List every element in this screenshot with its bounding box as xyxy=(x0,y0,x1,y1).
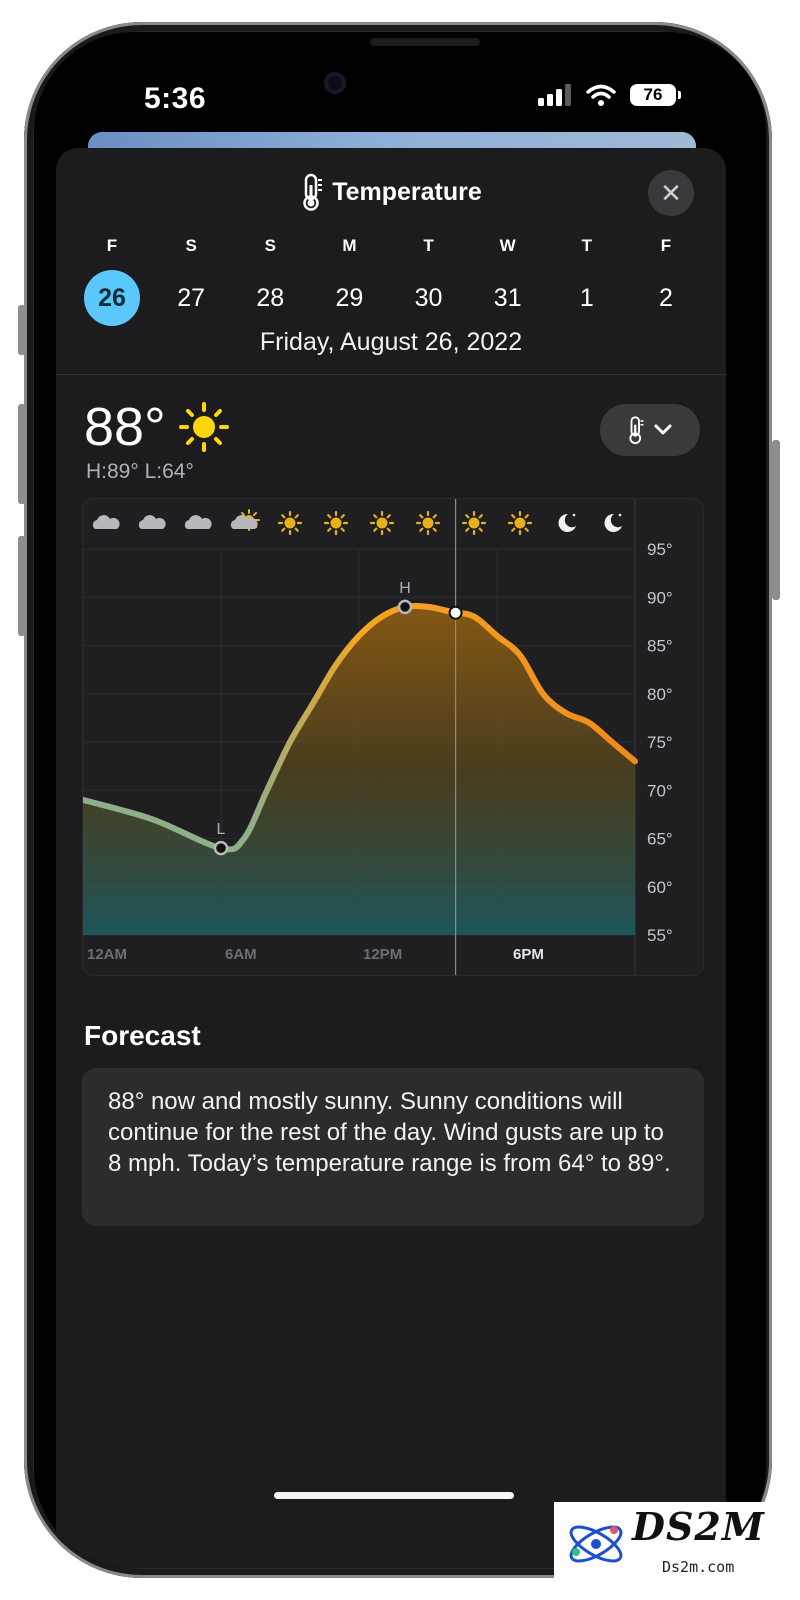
temperature-sheet: Temperature ✕ F 26 S 27 S 28 M 29 T 30 W 31 T 1 F 2 Fri… xyxy=(56,148,726,1568)
close-button[interactable]: ✕ xyxy=(648,170,694,216)
high-low-temperature: H:89° L:64° xyxy=(86,460,194,483)
sun-icon xyxy=(369,510,395,536)
day-number: 31 xyxy=(493,283,522,312)
sun-icon xyxy=(178,402,229,452)
day-letter: S xyxy=(264,236,276,255)
partly-sunny-icon xyxy=(230,509,260,531)
day-letter: S xyxy=(185,236,197,255)
metric-selector-button[interactable] xyxy=(600,404,700,456)
day-selector: F 26 S 27 S 28 M 29 T 30 W 31 T 1 F 2 xyxy=(84,236,694,326)
sheet-title-row: Temperature xyxy=(56,172,726,212)
day-2[interactable]: S 28 xyxy=(242,236,298,326)
high-marker-dot xyxy=(397,599,413,615)
day-number: 30 xyxy=(414,283,443,312)
y-tick-label: 80° xyxy=(647,685,673,704)
day-number: 27 xyxy=(177,283,206,312)
forecast-heading: Forecast xyxy=(84,1020,201,1051)
y-tick-label: 85° xyxy=(647,637,673,656)
screen: 5:36 76 Temperature ✕ F 26 S 27 S 28 M 2… xyxy=(34,32,766,1568)
day-letter: W xyxy=(499,236,516,255)
current-temperature: 88° xyxy=(84,397,166,457)
current-point xyxy=(448,605,463,620)
status-icons: 76 xyxy=(538,84,681,106)
day-number: 2 xyxy=(659,283,673,312)
watermark-brand: DS2M xyxy=(632,1504,765,1549)
volume-down-button xyxy=(18,536,26,636)
moon-icon xyxy=(558,513,576,532)
y-tick-label: 55° xyxy=(647,926,673,945)
sun-icon xyxy=(415,510,441,536)
y-tick-label: 90° xyxy=(647,588,673,607)
status-time: 5:36 xyxy=(144,82,207,115)
sun-icon xyxy=(507,510,533,536)
day-number: 1 xyxy=(579,283,594,312)
atom-logo-icon xyxy=(569,1525,623,1563)
x-tick-label: 6AM xyxy=(225,946,257,963)
dynamic-island xyxy=(370,38,480,46)
watermark-domain: Ds2m.com xyxy=(662,1558,735,1576)
day-number: 28 xyxy=(256,283,285,312)
selected-date: Friday, August 26, 2022 xyxy=(259,328,523,356)
wifi-icon xyxy=(586,84,616,106)
forecast-summary: 88° now and mostly sunny. Sunny conditio… xyxy=(82,1068,704,1226)
day-3[interactable]: M 29 xyxy=(321,236,377,326)
temperature-chart[interactable]: L H 95° 90° 85° 80° 75° 70° 65° 60° 55° 12AM 6AM 12PM… xyxy=(82,498,704,976)
day-5[interactable]: W 31 xyxy=(480,236,536,326)
thermometer-icon xyxy=(303,173,323,211)
day-1[interactable]: S 27 xyxy=(163,236,219,326)
day-letter: F xyxy=(660,236,672,255)
signal-icon xyxy=(538,84,571,106)
home-indicator[interactable] xyxy=(274,1492,514,1499)
temperature-chart-svg: L H 95° 90° 85° 80° 75° 70° 65° 60° 55° 12AM 6AM 12PM… xyxy=(83,499,673,975)
x-tick-label: 12AM xyxy=(87,946,127,963)
day-0[interactable]: F 26 xyxy=(84,236,140,326)
thermometer-icon xyxy=(629,416,644,445)
x-tick-label: 6PM xyxy=(513,946,544,963)
day-letter: T xyxy=(581,236,593,255)
chevron-down-icon xyxy=(654,424,672,435)
divider xyxy=(56,374,726,375)
current-temperature-row: 88° xyxy=(84,396,230,458)
y-tick-label: 65° xyxy=(647,830,673,849)
cloud-icon xyxy=(92,515,120,529)
camera-icon xyxy=(324,72,346,94)
close-icon: ✕ xyxy=(660,177,682,208)
day-letter: F xyxy=(106,236,118,255)
day-number: 29 xyxy=(335,283,364,312)
low-marker-dot xyxy=(213,840,229,856)
sheet-title: Temperature xyxy=(332,177,482,206)
y-tick-label: 70° xyxy=(647,781,673,800)
sun-icon xyxy=(323,510,349,536)
y-tick-label: 75° xyxy=(647,733,673,752)
day-number-selected: 26 xyxy=(84,270,140,326)
cloud-icon xyxy=(138,515,166,529)
x-tick-label: 12PM xyxy=(363,946,402,963)
watermark: DS2M Ds2m.com xyxy=(554,1502,800,1600)
low-marker-label: L xyxy=(217,821,226,838)
day-6[interactable]: T1 xyxy=(559,236,615,326)
day-letter: T xyxy=(423,236,434,255)
moon-icon xyxy=(604,513,622,532)
day-4[interactable]: T 30 xyxy=(401,236,457,326)
mute-switch xyxy=(18,305,26,355)
volume-up-button xyxy=(18,404,26,504)
battery-indicator: 76 xyxy=(630,84,681,106)
day-7[interactable]: F2 xyxy=(638,236,694,326)
y-tick-label: 95° xyxy=(647,540,673,559)
power-button xyxy=(772,440,780,600)
sun-icon xyxy=(461,510,487,536)
cloud-icon xyxy=(184,515,212,529)
temperature-area xyxy=(83,605,635,935)
sun-icon xyxy=(277,510,303,536)
y-tick-label: 60° xyxy=(647,878,673,897)
high-marker-label: H xyxy=(399,580,411,597)
day-letter: M xyxy=(342,236,357,255)
